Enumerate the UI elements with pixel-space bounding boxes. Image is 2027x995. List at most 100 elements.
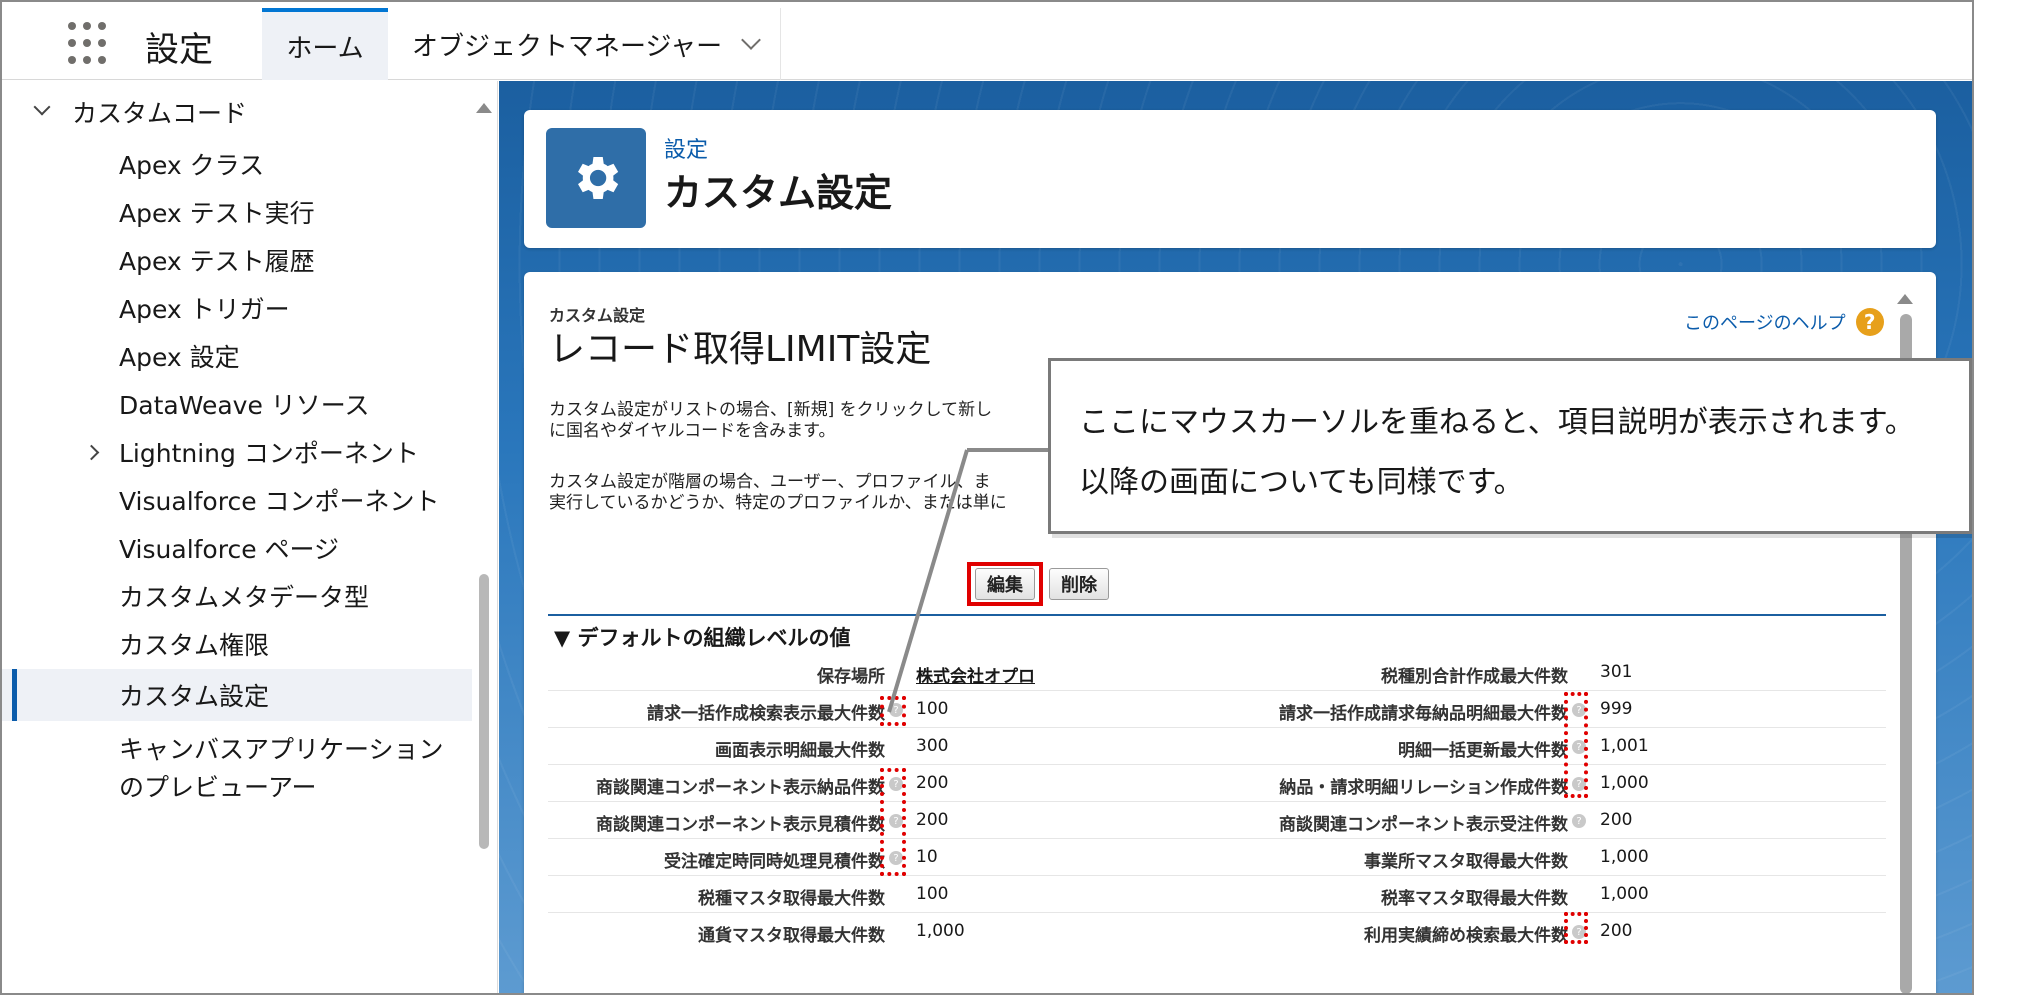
callout-text-line1: ここにマウスカーソルを重ねると、項目説明が表示されます。	[1079, 405, 1915, 440]
sidebar-item-custom-permissions[interactable]: カスタム権限	[2, 621, 472, 667]
table-row: 受注確定時同時処理見積件数 ? 10 事業所マスタ取得最大件数 1,000	[548, 839, 1886, 876]
chevron-right-icon	[83, 444, 100, 460]
chevron-down-icon	[33, 98, 51, 116]
app-name: 設定	[145, 30, 213, 70]
description-paragraph-2: カスタム設定が階層の場合、ユーザー、プロファイル、ま 実行しているかどうか、特定…	[549, 472, 1049, 514]
tab-object-manager[interactable]: オブジェクトマネージャー	[388, 8, 782, 80]
field-value: 200	[1600, 810, 1633, 830]
annotation-callout: ここにマウスカーソルを重ねると、項目説明が表示されます。 以降の画面についても同…	[1048, 358, 1972, 534]
sidebar-section-custom-code[interactable]: カスタムコード	[2, 89, 472, 135]
field-label: 商談関連コンポーネント表示受注件数	[1279, 815, 1568, 835]
tab-object-manager-label: オブジェクトマネージャー	[412, 31, 723, 62]
sidebar-item-canvas-app-previewer[interactable]: キャンバスアプリケーション のプレビューアー	[2, 725, 472, 815]
sidebar-item-label: Apex トリガー	[119, 295, 290, 324]
top-navigation: 設定 ホーム オブジェクトマネージャー	[2, 2, 1972, 80]
table-row: 画面表示明細最大件数 300 明細一括更新最大件数 ? 1,001	[548, 728, 1886, 765]
sidebar-item-label-line2: のプレビューアー	[119, 773, 317, 802]
field-value: 1,000	[916, 921, 965, 941]
scroll-up-arrow-icon[interactable]	[1897, 294, 1913, 304]
help-link[interactable]: このページのヘルプ ?	[1684, 308, 1884, 336]
app-launcher-icon[interactable]	[68, 22, 112, 66]
delete-button[interactable]: 削除	[1049, 568, 1109, 600]
field-value-link[interactable]: 株式会社オプロ	[916, 662, 1035, 687]
sidebar-item-custom-settings[interactable]: カスタム設定	[2, 669, 472, 721]
field-label: 商談関連コンポーネント表示納品件数	[596, 778, 885, 798]
help-info-icon[interactable]: ?	[1572, 814, 1586, 828]
field-value: 301	[1600, 662, 1633, 682]
sidebar-item-apex-test-history[interactable]: Apex テスト履歴	[2, 237, 472, 283]
section-title[interactable]: ▼ デフォルトの組織レベルの値	[554, 622, 850, 652]
field-label: 事業所マスタ取得最大件数	[1364, 852, 1568, 872]
sidebar-item-custom-metadata-types[interactable]: カスタムメタデータ型	[2, 573, 472, 619]
field-label: 納品・請求明細リレーション作成件数	[1279, 778, 1568, 798]
field-label: 請求一括作成検索表示最大件数	[647, 704, 885, 724]
sidebar-item-apex-class[interactable]: Apex クラス	[2, 141, 472, 187]
sidebar-item-label: Apex テスト履歴	[119, 247, 315, 276]
field-label: 通貨マスタ取得最大件数	[698, 926, 885, 946]
sidebar-item-label: Visualforce ページ	[119, 535, 340, 564]
table-row: 商談関連コンポーネント表示納品件数 ? 200 納品・請求明細リレーション作成件…	[548, 765, 1886, 802]
field-label: 画面表示明細最大件数	[715, 741, 885, 761]
sidebar-item-label: Apex クラス	[119, 151, 265, 180]
table-row: 通貨マスタ取得最大件数 1,000 利用実績締め検索最大件数 ? 200	[548, 913, 1886, 950]
field-label: 明細一括更新最大件数	[1398, 741, 1568, 761]
sidebar-item-label: カスタム権限	[119, 631, 270, 660]
sidebar-item-label: カスタム設定	[119, 682, 270, 711]
content-title: レコード取得LIMIT設定	[549, 329, 932, 370]
help-icon-highlight	[880, 696, 906, 726]
field-value: 100	[916, 884, 949, 904]
sidebar-item-label: Lightning コンポーネント	[119, 439, 419, 468]
gear-icon	[546, 128, 646, 228]
field-label: 請求一括作成請求毎納品明細最大件数	[1279, 704, 1568, 724]
field-label: 受注確定時同時処理見積件数	[664, 852, 885, 872]
tab-home[interactable]: ホーム	[262, 8, 388, 80]
setup-window: 設定 ホーム オブジェクトマネージャー カスタムコード Apex クラス Ape…	[0, 0, 1974, 995]
field-value: 300	[916, 736, 949, 756]
field-value: 200	[1600, 921, 1633, 941]
field-value: 1,000	[1600, 884, 1649, 904]
sidebar-item-visualforce-components[interactable]: Visualforce コンポーネント	[2, 477, 472, 523]
field-value: 1,000	[1600, 773, 1649, 793]
sidebar-item-lightning-components[interactable]: Lightning コンポーネント	[2, 429, 472, 475]
description-line: 実行しているかどうか、特定のプロファイルか、または単に	[549, 493, 1007, 513]
sidebar-item-label: DataWeave リソース	[119, 391, 370, 420]
help-icon-highlight	[880, 768, 906, 876]
field-value: 1,001	[1600, 736, 1649, 756]
sidebar-item-label: カスタムメタデータ型	[119, 583, 370, 612]
help-link-label: このページのヘルプ	[1684, 313, 1846, 334]
scroll-up-arrow-icon[interactable]	[476, 103, 492, 113]
table-row: 商談関連コンポーネント表示見積件数 ? 200 商談関連コンポーネント表示受注件…	[548, 802, 1886, 839]
sidebar-item-dataweave[interactable]: DataWeave リソース	[2, 381, 472, 427]
sidebar-item-apex-settings[interactable]: Apex 設定	[2, 333, 472, 379]
page-title: カスタム設定	[664, 171, 893, 215]
sidebar-section-label: カスタムコード	[72, 99, 248, 128]
callout-text-line2: 以降の画面についても同様です。	[1079, 465, 1524, 500]
breadcrumb[interactable]: 設定	[664, 132, 708, 164]
field-label: 税種別合計作成最大件数	[1381, 667, 1568, 687]
sidebar-item-apex-trigger[interactable]: Apex トリガー	[2, 285, 472, 331]
sidebar-item-visualforce-pages[interactable]: Visualforce ページ	[2, 525, 472, 571]
field-value: 200	[916, 773, 949, 793]
table-row: 税種マスタ取得最大件数 100 税率マスタ取得最大件数 1,000	[548, 876, 1886, 913]
edit-button[interactable]: 編集	[975, 568, 1035, 600]
section-divider	[548, 614, 1886, 616]
field-value: 200	[916, 810, 949, 830]
field-value: 999	[1600, 699, 1633, 719]
field-label: 税率マスタ取得最大件数	[1381, 889, 1568, 909]
field-label: 保存場所	[817, 667, 885, 687]
description-line: カスタム設定が階層の場合、ユーザー、プロファイル、ま	[549, 472, 991, 492]
sidebar-scrollbar[interactable]	[479, 574, 489, 849]
field-label: 税種マスタ取得最大件数	[698, 889, 885, 909]
field-value: 1,000	[1600, 847, 1649, 867]
sidebar-item-label: Apex 設定	[119, 343, 240, 372]
page-header: 設定 カスタム設定	[524, 110, 1936, 248]
sidebar-item-label: Apex テスト実行	[119, 199, 315, 228]
sidebar-item-apex-test-run[interactable]: Apex テスト実行	[2, 189, 472, 235]
sidebar-item-label: Visualforce コンポーネント	[119, 487, 440, 516]
help-question-icon[interactable]: ?	[1855, 308, 1884, 336]
help-icon-highlight	[1564, 692, 1588, 798]
sidebar-item-label-line1: キャンバスアプリケーション	[119, 735, 444, 764]
field-label: 利用実績締め検索最大件数	[1364, 926, 1568, 946]
field-label: 商談関連コンポーネント表示見積件数	[596, 815, 885, 835]
chevron-down-icon[interactable]	[741, 30, 762, 50]
